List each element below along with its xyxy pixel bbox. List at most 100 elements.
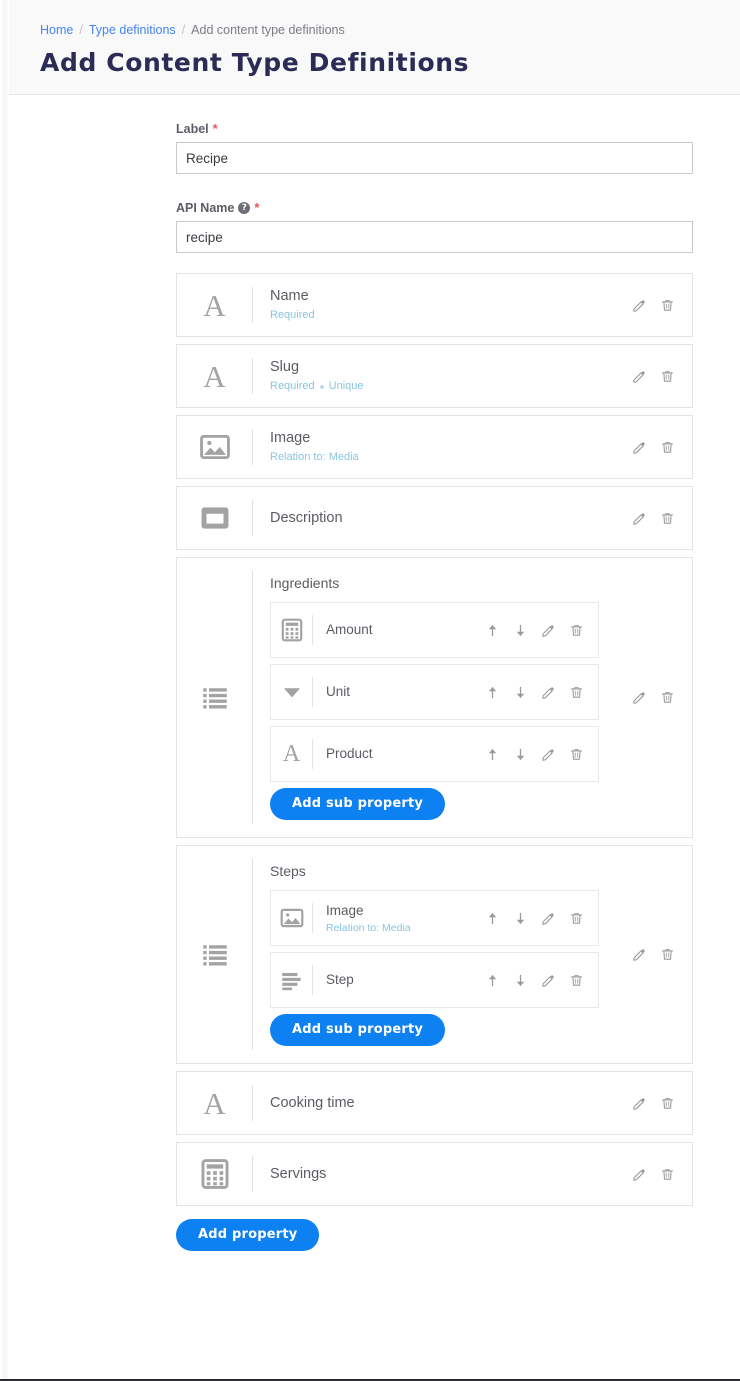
sub-property-row[interactable]: Step <box>270 952 599 1008</box>
delete-trash-icon[interactable] <box>659 510 675 526</box>
edit-pencil-icon[interactable] <box>540 746 556 762</box>
paragraph-icon <box>279 967 305 993</box>
page-header: Home / Type definitions / Add content type d… <box>0 0 740 95</box>
add-sub-property-button[interactable]: Add sub property <box>270 788 446 820</box>
move-up-arrow-icon[interactable] <box>484 910 500 926</box>
delete-trash-icon[interactable] <box>659 690 675 706</box>
property-group-name: Steps <box>270 863 306 879</box>
property-row[interactable]: Servings <box>176 1142 693 1206</box>
sub-property-row[interactable]: Image Relation to: Media <box>270 890 599 946</box>
form-area: Label * API Name ? * A Name Required A Slug R… <box>0 95 740 1251</box>
number-icon <box>279 617 305 643</box>
delete-trash-icon[interactable] <box>568 622 584 638</box>
property-meta-text: Required <box>270 309 315 321</box>
sub-property-body: Step <box>313 971 484 989</box>
property-group-row[interactable]: Ingredients Amount Unit A Product Add sub pro… <box>176 557 693 838</box>
property-row[interactable]: A Slug Required Unique <box>176 344 693 408</box>
delete-trash-icon[interactable] <box>659 297 675 313</box>
edit-pencil-icon[interactable] <box>631 947 647 963</box>
sub-property-actions <box>484 972 598 988</box>
move-down-arrow-icon[interactable] <box>512 684 528 700</box>
edit-pencil-icon[interactable] <box>631 1095 647 1111</box>
sub-property-type-icon-cell <box>271 665 312 719</box>
property-type-icon-cell: A <box>177 1072 252 1134</box>
delete-trash-icon[interactable] <box>568 972 584 988</box>
property-actions <box>631 368 692 384</box>
api-name-input[interactable] <box>176 221 693 253</box>
sub-property-body: Product <box>313 745 484 763</box>
move-down-arrow-icon[interactable] <box>512 746 528 762</box>
property-actions <box>631 1095 692 1111</box>
sub-property-name: Step <box>326 972 354 987</box>
label-input[interactable] <box>176 142 693 174</box>
edit-pencil-icon[interactable] <box>540 910 556 926</box>
breadcrumb-item-home[interactable]: Home <box>40 22 73 38</box>
property-meta-text: Relation to: Media <box>326 921 411 934</box>
property-meta: Required Unique <box>270 379 631 394</box>
rich-text-icon <box>198 501 232 535</box>
edit-pencil-icon[interactable] <box>631 368 647 384</box>
edit-pencil-icon[interactable] <box>540 972 556 988</box>
property-actions <box>631 297 692 313</box>
delete-trash-icon[interactable] <box>568 684 584 700</box>
edit-pencil-icon[interactable] <box>540 684 556 700</box>
delete-trash-icon[interactable] <box>659 368 675 384</box>
breadcrumb-item-type-definitions[interactable]: Type definitions <box>89 22 176 38</box>
delete-trash-icon[interactable] <box>659 1166 675 1182</box>
sub-property-body: Image Relation to: Media <box>313 902 484 935</box>
delete-trash-icon[interactable] <box>568 910 584 926</box>
required-asterisk: * <box>212 121 218 136</box>
image-icon <box>198 430 232 464</box>
label-field-label: Label * <box>176 121 693 136</box>
property-type-icon-cell: A <box>177 345 252 407</box>
edit-pencil-icon[interactable] <box>631 510 647 526</box>
text-field-icon: A <box>203 1085 226 1121</box>
property-actions <box>631 1166 692 1182</box>
property-type-icon-cell <box>177 1143 252 1205</box>
move-up-arrow-icon[interactable] <box>484 622 500 638</box>
sub-property-actions <box>484 684 598 700</box>
text-field-icon: A <box>282 741 301 767</box>
delete-trash-icon[interactable] <box>659 947 675 963</box>
sub-property-type-icon-cell <box>271 603 312 657</box>
property-group-body: Steps Image Relation to: Media Step Add sub … <box>253 846 631 1063</box>
move-up-arrow-icon[interactable] <box>484 684 500 700</box>
move-up-arrow-icon[interactable] <box>484 972 500 988</box>
delete-trash-icon[interactable] <box>659 1095 675 1111</box>
property-group-row[interactable]: Steps Image Relation to: Media Step Add sub … <box>176 845 693 1064</box>
property-meta-text: Relation to: Media <box>270 451 359 463</box>
move-down-arrow-icon[interactable] <box>512 910 528 926</box>
move-down-arrow-icon[interactable] <box>512 972 528 988</box>
property-row[interactable]: A Cooking time <box>176 1071 693 1135</box>
delete-trash-icon[interactable] <box>568 746 584 762</box>
breadcrumb-separator: / <box>181 23 186 37</box>
property-group-body: Ingredients Amount Unit A Product Add sub pro… <box>253 558 631 837</box>
property-row[interactable]: Description <box>176 486 693 550</box>
move-down-arrow-icon[interactable] <box>512 622 528 638</box>
edit-pencil-icon[interactable] <box>631 1166 647 1182</box>
api-name-field-label-text: API Name <box>176 200 235 215</box>
text-field-icon: A <box>203 358 226 394</box>
property-row[interactable]: Image Relation to: Media <box>176 415 693 479</box>
edit-pencil-icon[interactable] <box>631 297 647 313</box>
edit-pencil-icon[interactable] <box>631 690 647 706</box>
sub-property-row[interactable]: Amount <box>270 602 599 658</box>
help-circle-icon[interactable]: ? <box>238 201 251 214</box>
property-type-icon-cell <box>177 558 252 837</box>
edit-pencil-icon[interactable] <box>540 622 556 638</box>
add-property-button[interactable]: Add property <box>176 1219 320 1251</box>
move-up-arrow-icon[interactable] <box>484 746 500 762</box>
add-sub-property-button[interactable]: Add sub property <box>270 1014 446 1046</box>
sub-property-name: Image <box>326 902 364 918</box>
property-type-icon-cell <box>177 846 252 1063</box>
sub-property-name: Unit <box>326 684 351 699</box>
property-row[interactable]: A Name Required <box>176 273 693 337</box>
property-name: Cooking time <box>270 1094 355 1111</box>
sub-property-row[interactable]: Unit <box>270 664 599 720</box>
property-name: Name <box>270 288 309 304</box>
meta-separator-dot <box>319 384 324 389</box>
sub-property-body: Amount <box>313 621 484 639</box>
delete-trash-icon[interactable] <box>659 439 675 455</box>
edit-pencil-icon[interactable] <box>631 439 647 455</box>
sub-property-row[interactable]: A Product <box>270 726 599 782</box>
